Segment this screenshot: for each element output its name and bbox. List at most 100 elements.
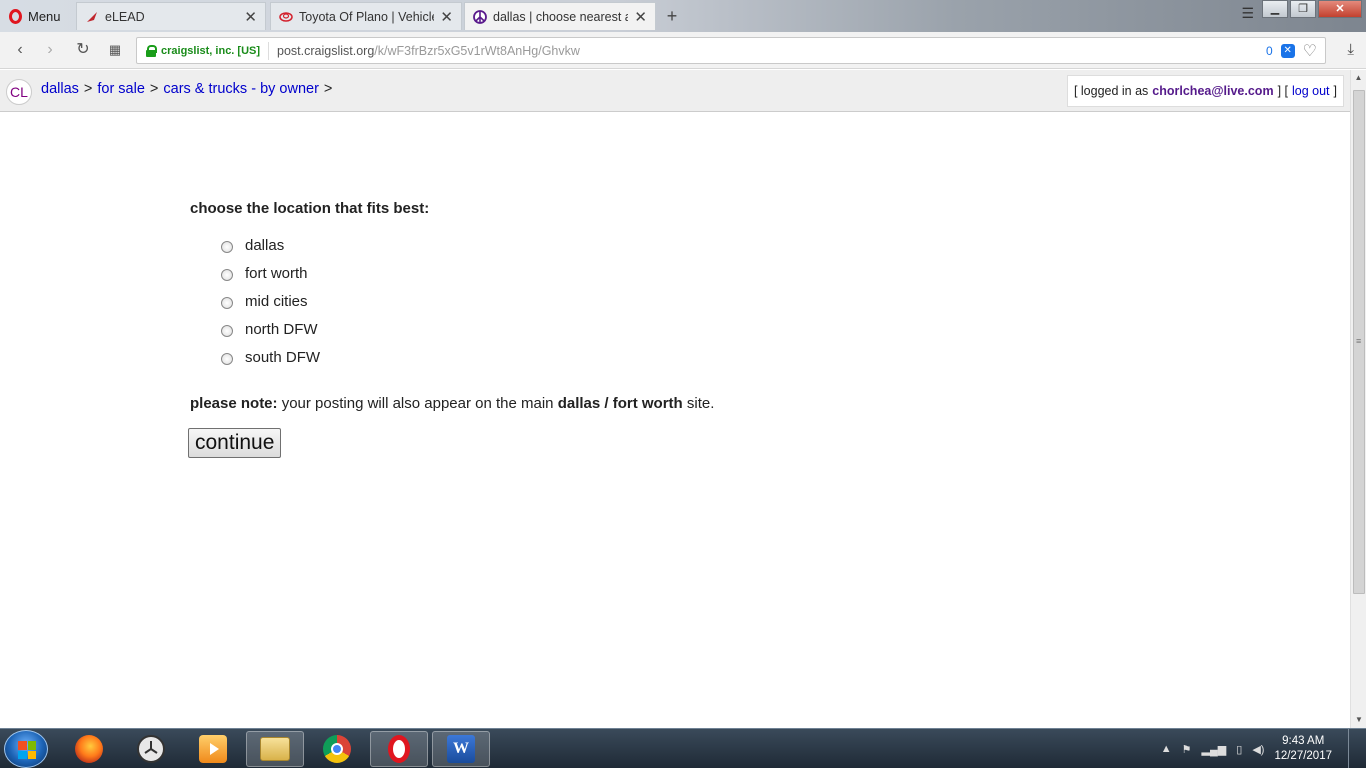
scroll-down-icon[interactable]: ▼ — [1351, 712, 1366, 728]
opera-icon — [388, 735, 410, 763]
opera-menu-button[interactable]: Menu — [4, 4, 72, 28]
clock-date: 12/27/2017 — [1274, 750, 1332, 762]
tab-title: dallas | choose nearest are — [493, 9, 629, 24]
power-icon[interactable]: ▯ — [1236, 743, 1242, 756]
show-hidden-icons[interactable]: ▲ — [1161, 743, 1172, 755]
note-label: please note: — [190, 395, 278, 412]
user-suffix: ] — [1333, 84, 1337, 98]
logged-in-prefix: [ logged in as — [1073, 84, 1149, 98]
new-tab-button[interactable]: + — [662, 6, 682, 26]
note-text: your posting will also appear on the mai… — [281, 395, 554, 412]
speed-dial-icon[interactable]: ▦ — [105, 40, 125, 60]
browser-tab-strip: Menu eLEAD ✕ Toyota Of Plano | Vehicles … — [0, 0, 1366, 32]
close-tab-icon[interactable]: ✕ — [244, 8, 257, 26]
radio-button[interactable] — [221, 325, 233, 337]
firefox-icon — [75, 735, 103, 763]
media-player-icon — [199, 735, 227, 763]
taskbar-media-player[interactable] — [184, 731, 242, 767]
network-icon[interactable]: ▂▄▆ — [1202, 743, 1227, 756]
option-mid-cities[interactable]: mid cities — [221, 287, 714, 315]
close-tab-icon[interactable]: ✕ — [440, 8, 453, 26]
maximize-button[interactable]: ❐ — [1290, 0, 1316, 18]
menu-label: Menu — [28, 8, 61, 24]
taskbar-chrome[interactable] — [308, 731, 366, 767]
option-north-dfw[interactable]: north DFW — [221, 315, 714, 343]
breadcrumb: dallas > for sale > cars & trucks - by o… — [41, 81, 332, 97]
option-fort-worth[interactable]: fort worth — [221, 259, 714, 287]
system-tray: ▲ ⚑ ▂▄▆ ▯ ◀) 9:43 AM 12/27/2017 — [1161, 729, 1366, 768]
reload-icon[interactable]: ↻ — [73, 40, 93, 60]
option-label: mid cities — [245, 292, 308, 310]
user-status-box: [ logged in as chorlchea@live.com ] [ lo… — [1066, 75, 1344, 107]
breadcrumb-separator: > — [149, 81, 159, 97]
option-label: south DFW — [245, 348, 321, 366]
adblock-icon[interactable]: ✕ — [1280, 43, 1295, 58]
location-prompt: choose the location that fits best: — [190, 200, 430, 217]
window-controls: ▁ ❐ ✕ — [1262, 0, 1362, 18]
breadcrumb-cars-trucks[interactable]: cars & trucks - by owner — [163, 81, 319, 97]
system-clock[interactable]: 9:43 AM 12/27/2017 — [1274, 734, 1332, 764]
tab-menu-icon[interactable]: ☰ — [1241, 5, 1254, 22]
secure-site-label[interactable]: craigslist, inc. [US] — [161, 45, 260, 57]
action-center-icon[interactable]: ⚑ — [1182, 743, 1192, 756]
browser-toolbar: ‹ › ↻ ▦ craigslist, inc. [US] post.craig… — [0, 32, 1366, 69]
download-icon[interactable]: ⤓ — [1347, 41, 1354, 58]
radio-button[interactable] — [221, 241, 233, 253]
windows-logo-icon — [18, 741, 36, 759]
location-form: choose the location that fits best: dall… — [188, 200, 714, 458]
taskbar-opera[interactable] — [370, 731, 428, 767]
address-bar[interactable]: craigslist, inc. [US] post.craigslist.or… — [136, 37, 1326, 64]
continue-button[interactable]: continue — [188, 428, 282, 458]
posting-note: please note: your posting will also appe… — [190, 395, 714, 412]
scroll-up-icon[interactable]: ▲ — [1351, 70, 1366, 86]
url-divider — [268, 41, 270, 60]
option-dallas[interactable]: dallas — [221, 231, 714, 259]
option-label: north DFW — [245, 320, 318, 338]
close-window-button[interactable]: ✕ — [1318, 0, 1362, 18]
radio-button[interactable] — [221, 269, 233, 281]
blocked-count: 0 — [1265, 43, 1273, 58]
windows-taskbar: W ▲ ⚑ ▂▄▆ ▯ ◀) 9:43 AM 12/27/2017 — [0, 728, 1366, 768]
taskbar-word[interactable]: W — [432, 731, 490, 767]
breadcrumb-for-sale[interactable]: for sale — [97, 81, 145, 97]
word-icon: W — [447, 735, 475, 763]
craigslist-header: CL dallas > for sale > cars & trucks - b… — [0, 70, 1350, 112]
chrome-icon — [323, 735, 351, 763]
clock-app-icon — [137, 735, 165, 763]
bookmark-heart-icon[interactable]: ♡ — [1303, 41, 1317, 61]
file-explorer-icon — [260, 737, 290, 761]
radio-button[interactable] — [221, 353, 233, 365]
show-desktop-button[interactable] — [1348, 729, 1358, 768]
lock-icon — [145, 44, 157, 57]
craigslist-logo[interactable]: CL — [6, 79, 32, 105]
taskbar-firefox[interactable] — [60, 731, 118, 767]
logout-link[interactable]: log out — [1292, 84, 1330, 98]
note-end: site. — [686, 395, 715, 412]
option-south-dfw[interactable]: south DFW — [221, 343, 714, 371]
opera-logo-icon — [9, 8, 22, 24]
user-separator: ] [ — [1277, 84, 1288, 98]
location-options: dallas fort worth mid cities north DFW s… — [221, 231, 714, 371]
taskbar-clock-app[interactable] — [122, 731, 180, 767]
tab-craigslist[interactable]: dallas | choose nearest are ✕ — [464, 2, 656, 30]
vertical-scrollbar[interactable]: ▲ ≡ ▼ — [1350, 70, 1366, 728]
forward-icon[interactable]: › — [40, 40, 60, 60]
radio-button[interactable] — [221, 297, 233, 309]
tab-toyota[interactable]: Toyota Of Plano | Vehicles ✕ — [270, 2, 462, 30]
account-email-link[interactable]: chorlchea@live.com — [1152, 84, 1273, 98]
toyota-icon — [279, 11, 293, 22]
back-icon[interactable]: ‹ — [10, 40, 30, 60]
breadcrumb-dallas[interactable]: dallas — [41, 81, 79, 97]
volume-icon[interactable]: ◀) — [1252, 743, 1264, 756]
start-button[interactable] — [4, 730, 48, 768]
minimize-button[interactable]: ▁ — [1262, 0, 1288, 18]
clock-time: 9:43 AM — [1282, 735, 1325, 747]
breadcrumb-separator: > — [323, 81, 333, 97]
tab-elead[interactable]: eLEAD ✕ — [76, 2, 266, 30]
taskbar-file-explorer[interactable] — [246, 731, 304, 767]
tab-title: eLEAD — [105, 9, 145, 24]
close-tab-icon[interactable]: ✕ — [634, 8, 647, 26]
peace-icon — [473, 9, 487, 24]
scroll-grip-icon: ≡ — [1356, 336, 1362, 346]
url-path: /k/wF3frBzr5xG5v1rWt8AnHg/Ghvkw — [374, 43, 580, 58]
